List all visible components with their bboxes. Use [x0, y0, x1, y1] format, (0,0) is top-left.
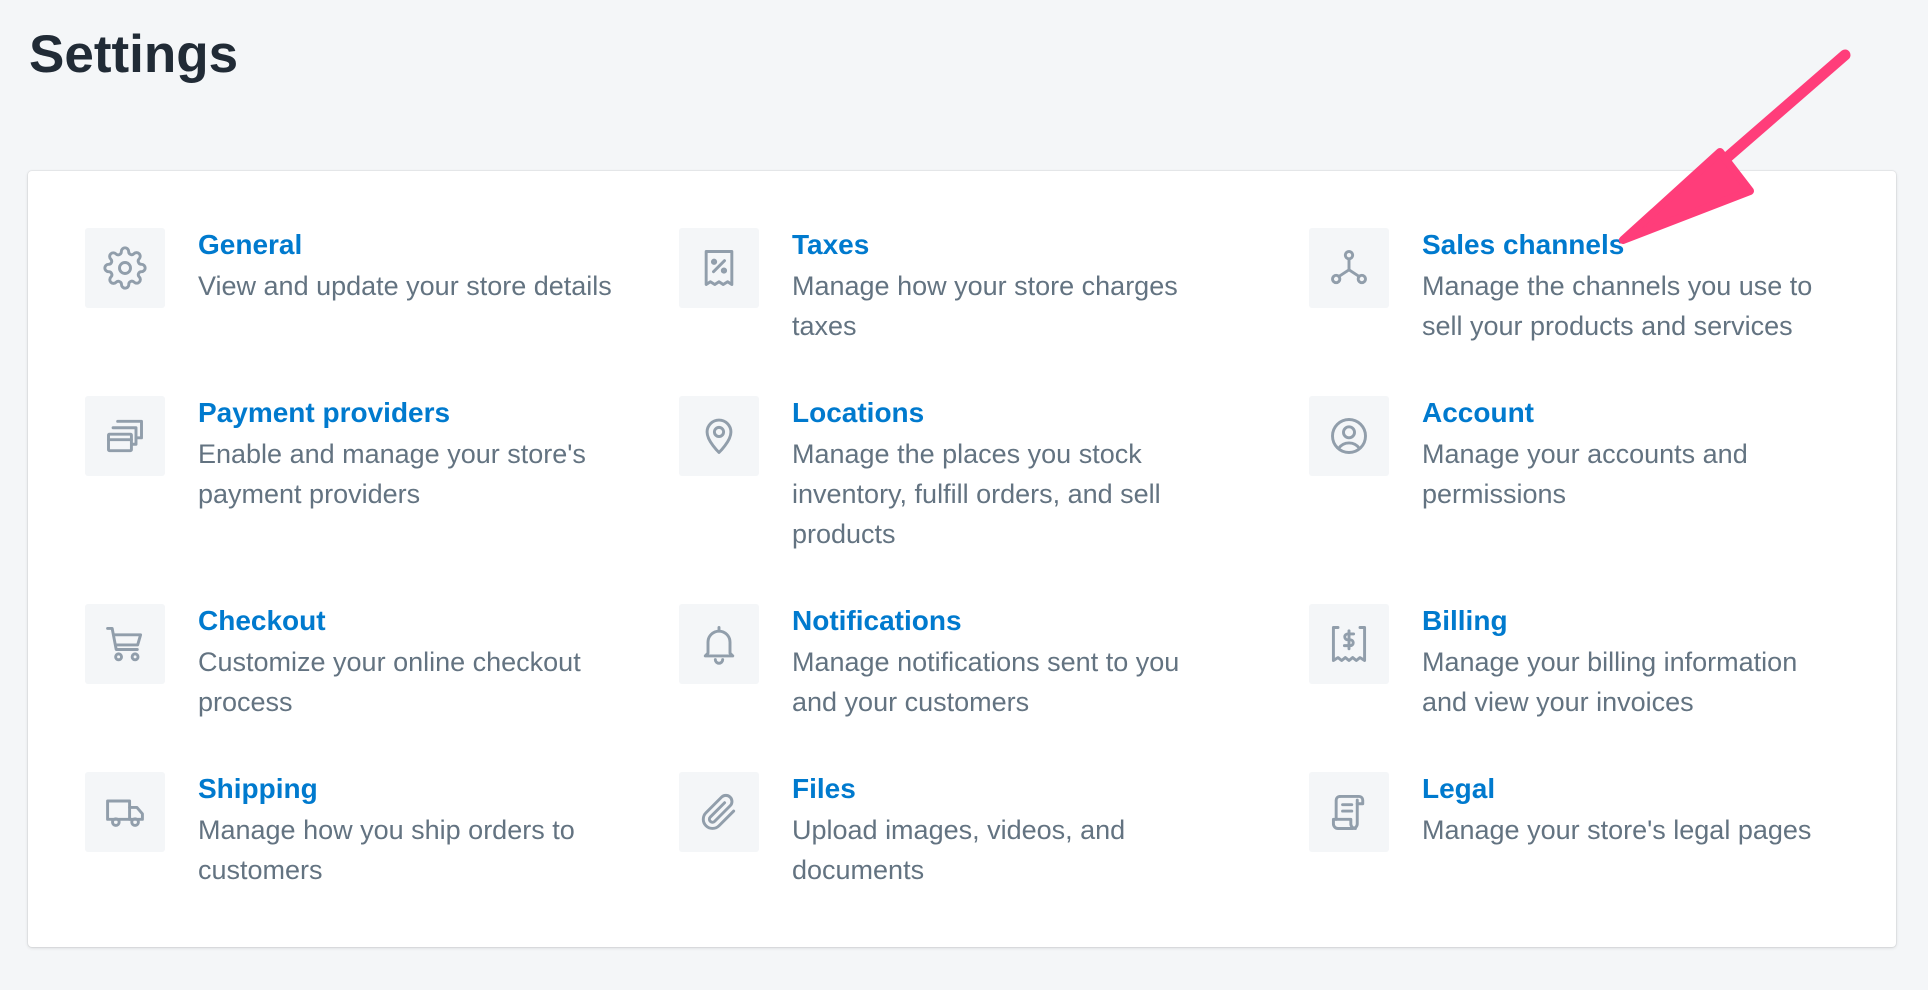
- settings-item-title: Sales channels: [1422, 229, 1625, 260]
- location-pin-icon: [679, 396, 759, 476]
- settings-item-legal[interactable]: Legal Manage your store's legal pages: [1309, 772, 1869, 892]
- settings-item-checkout[interactable]: Checkout Customize your online checkout …: [85, 604, 625, 724]
- settings-item-billing[interactable]: Billing Manage your billing information …: [1309, 604, 1869, 724]
- cart-icon: [85, 604, 165, 684]
- settings-item-title: Account: [1422, 397, 1534, 428]
- gear-icon: [85, 228, 165, 308]
- user-circle-icon: [1309, 396, 1389, 476]
- settings-item-description: Manage the channels you use to sell your…: [1422, 271, 1813, 341]
- settings-item-title: Payment providers: [198, 397, 451, 428]
- legal-document-icon: [1309, 772, 1389, 852]
- settings-item-account[interactable]: Account Manage your accounts and permiss…: [1309, 396, 1869, 516]
- settings-item-title: Locations: [792, 397, 925, 428]
- settings-item-locations[interactable]: Locations Manage the places you stock in…: [679, 396, 1239, 556]
- settings-item-title: General: [198, 229, 303, 260]
- settings-item-taxes[interactable]: Taxes Manage how your store charges taxe…: [679, 228, 1239, 348]
- settings-item-title: Notifications: [792, 605, 962, 636]
- bell-icon: [679, 604, 759, 684]
- annotation-arrow: [1619, 49, 1851, 244]
- settings-item-description: Enable and manage your store's payment p…: [198, 439, 586, 509]
- settings-item-title: Checkout: [198, 605, 326, 636]
- settings-card: General View and update your store detai…: [28, 171, 1896, 947]
- settings-item-description: Manage your accounts and permissions: [1422, 439, 1748, 509]
- settings-item-description: Manage your store's legal pages: [1422, 815, 1812, 845]
- paperclip-icon: [679, 772, 759, 852]
- settings-item-payment-providers[interactable]: Payment providers Enable and manage your…: [85, 396, 625, 516]
- settings-item-description: Customize your online checkout process: [198, 647, 581, 717]
- billing-receipt-icon: [1309, 604, 1389, 684]
- channels-icon: [1309, 228, 1389, 308]
- payment-cards-icon: [85, 396, 165, 476]
- settings-item-title: Files: [792, 773, 856, 804]
- settings-item-description: Manage notifications sent to you and you…: [792, 647, 1180, 717]
- settings-item-title: Billing: [1422, 605, 1508, 636]
- settings-item-general[interactable]: General View and update your store detai…: [85, 228, 625, 348]
- page-title: Settings: [29, 25, 239, 84]
- truck-icon: [85, 772, 165, 852]
- settings-item-notifications[interactable]: Notifications Manage notifications sent …: [679, 604, 1239, 724]
- tax-receipt-icon: [679, 228, 759, 308]
- settings-item-title: Taxes: [792, 229, 870, 260]
- settings-item-description: Manage how you ship orders to customers: [198, 815, 575, 885]
- settings-item-title: Legal: [1422, 773, 1496, 804]
- settings-item-shipping[interactable]: Shipping Manage how you ship orders to c…: [85, 772, 625, 892]
- settings-item-description: Manage the places you stock inventory, f…: [792, 439, 1161, 549]
- settings-item-files[interactable]: Files Upload images, videos, and documen…: [679, 772, 1239, 892]
- settings-item-title: Shipping: [198, 773, 318, 804]
- settings-item-description: Upload images, videos, and documents: [792, 815, 1126, 885]
- settings-item-description: Manage how your store charges taxes: [792, 271, 1178, 341]
- settings-item-description: View and update your store details: [198, 271, 612, 301]
- settings-item-description: Manage your billing information and view…: [1422, 647, 1798, 717]
